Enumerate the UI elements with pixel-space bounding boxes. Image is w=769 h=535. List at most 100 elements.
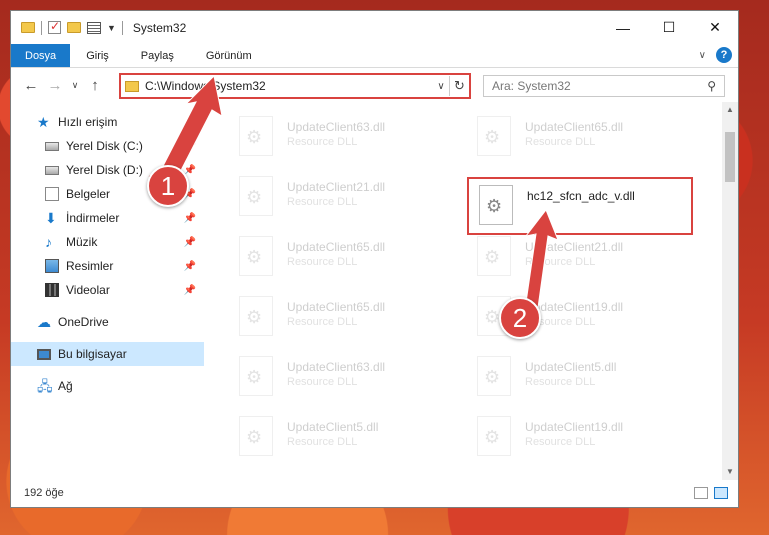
file-item[interactable]: UpdateClient5.dll Resource DLL (467, 350, 687, 406)
forward-button[interactable]: → (43, 77, 67, 94)
file-item[interactable]: UpdateClient19.dll Resource DLL (467, 410, 687, 466)
file-item[interactable]: UpdateClient63.dll Resource DLL (229, 350, 449, 406)
sidebar-item-onedrive[interactable]: ☁ OneDrive (11, 310, 204, 334)
tab-home[interactable]: Giriş (70, 44, 125, 67)
navigation-bar: ← → ∨ ↑ C:\Windows\System32 ∨ ↻ Ara: Sys… (11, 68, 738, 102)
close-button[interactable]: ✕ (692, 11, 738, 44)
large-icons-view-icon[interactable] (714, 487, 728, 499)
documents-icon (45, 187, 59, 201)
download-icon: ⬇ (45, 210, 57, 226)
pin-icon: 📌 (183, 260, 196, 272)
details-view-icon[interactable] (694, 487, 708, 499)
address-bar[interactable]: C:\Windows\System32 ∨ ↻ (119, 73, 471, 99)
dll-file-icon (477, 236, 511, 276)
explorer-window: ▼ System32 — ☐ ✕ Dosya Giriş Paylaş Görü… (10, 10, 739, 508)
quick-access-toolbar: ▼ (11, 19, 123, 35)
sidebar-item-label: Müzik (66, 235, 98, 249)
file-type: Resource DLL (525, 136, 596, 148)
sidebar-item-label: Videolar (66, 283, 110, 297)
dll-file-icon (479, 185, 513, 225)
file-list: UpdateClient63.dll Resource DLL UpdateCli… (205, 102, 738, 480)
divider (41, 20, 42, 35)
folder-icon[interactable] (21, 22, 35, 33)
sidebar-item-local-disk-c[interactable]: Yerel Disk (C:) 📌 (11, 134, 204, 158)
search-input[interactable]: Ara: System32 ⚲ (483, 75, 725, 97)
sidebar-item-label: Belgeler (66, 187, 111, 201)
file-item-target-dll[interactable]: hc12_sfcn_adc_v.dll (467, 177, 693, 235)
sidebar-item-label: Ağ (58, 379, 73, 393)
sidebar-item-pictures[interactable]: Resimler 📌 (11, 254, 204, 278)
file-name: UpdateClient21.dll (287, 180, 386, 194)
network-icon: 🖧 (37, 378, 53, 394)
up-button[interactable]: ↑ (83, 77, 107, 94)
ribbon-tabs: Dosya Giriş Paylaş Görünüm ∨ ? (11, 44, 738, 68)
file-name: UpdateClient5.dll (287, 420, 379, 434)
file-item[interactable]: UpdateClient5.dll Resource DLL (229, 410, 449, 466)
chevron-down-icon[interactable]: ▼ (107, 23, 116, 33)
address-path[interactable]: C:\Windows\System32 (145, 79, 433, 93)
dll-file-icon (477, 356, 511, 396)
properties-check-icon[interactable] (48, 19, 61, 34)
sidebar-item-quick-access[interactable]: ★ Hızlı erişim (11, 110, 204, 134)
pc-icon (37, 348, 51, 360)
folder-icon (125, 80, 139, 92)
star-icon: ★ (37, 114, 50, 130)
file-type: Resource DLL (287, 196, 358, 208)
cloud-icon: ☁ (37, 314, 51, 330)
sidebar-item-videos[interactable]: Videolar 📌 (11, 278, 204, 302)
drive-icon (45, 141, 59, 151)
file-type: Resource DLL (525, 376, 596, 388)
navigation-pane: ★ Hızlı erişim Yerel Disk (C:) 📌 Yerel D… (11, 102, 205, 480)
tab-share[interactable]: Paylaş (125, 44, 190, 67)
scroll-down-icon[interactable]: ▼ (722, 464, 738, 480)
pin-icon: 📌 (183, 140, 196, 152)
window-controls: — ☐ ✕ (600, 11, 738, 44)
tab-view[interactable]: Görünüm (190, 44, 268, 67)
file-type: Resource DLL (525, 256, 596, 268)
file-type: Resource DLL (525, 436, 596, 448)
ribbon-controls: ∨ ? (699, 47, 732, 63)
file-item[interactable]: UpdateClient65.dll Resource DLL (467, 110, 687, 166)
sidebar-item-this-pc[interactable]: Bu bilgisayar (11, 342, 204, 366)
sidebar-item-downloads[interactable]: ⬇ İndirmeler 📌 (11, 206, 204, 230)
refresh-icon[interactable]: ↻ (449, 76, 469, 96)
dll-file-icon (239, 416, 273, 456)
file-name: UpdateClient5.dll (525, 360, 617, 374)
file-item[interactable]: UpdateClient65.dll Resource DLL (229, 290, 449, 346)
address-dropdown-icon[interactable]: ∨ (433, 81, 449, 92)
file-name: hc12_sfcn_adc_v.dll (527, 189, 635, 203)
pin-icon: 📌 (183, 212, 196, 224)
file-item[interactable]: UpdateClient65.dll Resource DLL (229, 230, 449, 286)
sidebar-item-label: Yerel Disk (D:) (66, 163, 143, 177)
new-folder-icon[interactable] (67, 22, 81, 33)
expand-ribbon-icon[interactable]: ∨ (699, 50, 706, 61)
dll-file-icon (477, 416, 511, 456)
file-name: UpdateClient21.dll (525, 240, 624, 254)
dll-file-icon (239, 176, 273, 216)
help-icon[interactable]: ? (716, 47, 732, 63)
customize-toolbar-icon[interactable] (87, 21, 101, 34)
minimize-button[interactable]: — (600, 11, 646, 44)
file-type: Resource DLL (287, 256, 358, 268)
scroll-up-icon[interactable]: ▲ (722, 102, 738, 118)
file-item[interactable]: UpdateClient21.dll Resource DLL (467, 230, 687, 286)
maximize-button[interactable]: ☐ (646, 11, 692, 44)
divider (121, 20, 123, 35)
title-bar: ▼ System32 — ☐ ✕ (11, 11, 738, 44)
file-type: Resource DLL (287, 136, 358, 148)
dll-file-icon (239, 356, 273, 396)
file-item[interactable]: UpdateClient63.dll Resource DLL (229, 110, 449, 166)
pin-icon: 📌 (183, 236, 196, 248)
file-name: UpdateClient65.dll (287, 300, 386, 314)
scroll-thumb[interactable] (725, 132, 735, 182)
file-item[interactable]: UpdateClient21.dll Resource DLL (229, 170, 449, 226)
view-toggles (694, 487, 728, 499)
dll-file-icon (477, 116, 511, 156)
recent-locations-icon[interactable]: ∨ (67, 80, 83, 91)
back-button[interactable]: ← (19, 77, 43, 94)
vertical-scrollbar[interactable]: ▲ ▼ (722, 102, 738, 480)
sidebar-item-label: Bu bilgisayar (58, 347, 127, 361)
sidebar-item-music[interactable]: ♪ Müzik 📌 (11, 230, 204, 254)
sidebar-item-network[interactable]: 🖧 Ağ (11, 374, 204, 398)
tab-file[interactable]: Dosya (11, 44, 71, 67)
